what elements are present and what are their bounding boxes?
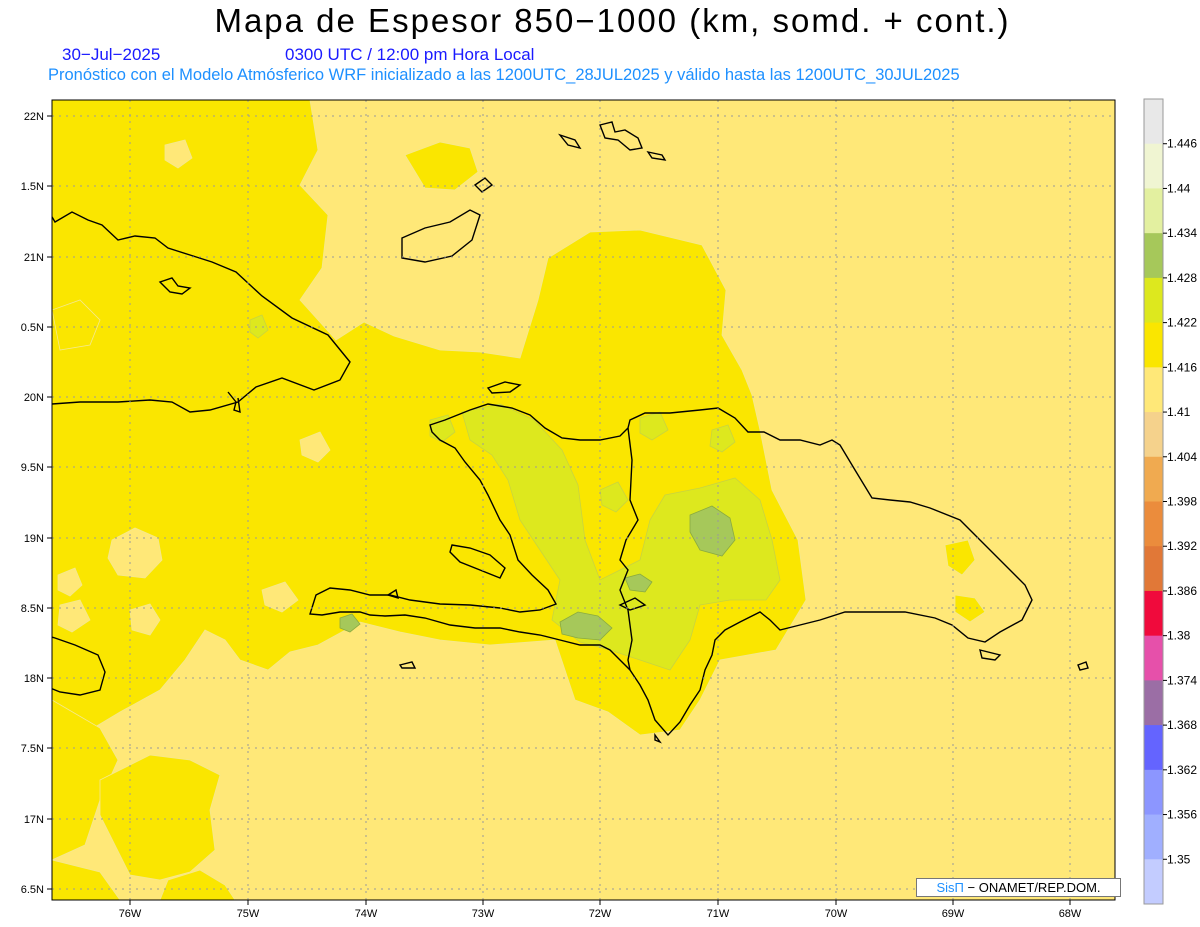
latitude-labels: 22N 1.5N 21N 0.5N 20N 9.5N 19N 8.5N 18N 7.5N 17N 6.… xyxy=(21,111,44,896)
colorbar-segment xyxy=(1144,233,1163,279)
colorbar-label: 1.416 xyxy=(1167,360,1197,374)
colorbar-segment xyxy=(1144,367,1163,413)
latitude-label: 21N xyxy=(24,252,44,264)
longitude-label: 73W xyxy=(472,908,495,920)
longitude-labels: 76W 75W 74W 73W 72W 71W 70W 69W 68W xyxy=(119,908,1082,920)
latitude-label: 18N xyxy=(24,673,44,685)
colorbar-label: 1.434 xyxy=(1167,226,1197,240)
colorbar-label: 1.41 xyxy=(1167,405,1191,419)
map-area xyxy=(52,100,1115,900)
colorbar-segment xyxy=(1144,501,1163,547)
thickness-map: 22N 1.5N 21N 0.5N 20N 9.5N 19N 8.5N 18N 7.5N 17N 6.… xyxy=(21,98,1197,920)
sispi-logo: SisΠ xyxy=(936,880,964,895)
colorbar-segment xyxy=(1144,322,1163,368)
colorbar-label: 1.35 xyxy=(1167,852,1191,866)
colorbar-segment xyxy=(1144,859,1163,905)
latitude-label: 9.5N xyxy=(21,462,44,474)
longitude-label: 74W xyxy=(355,908,378,920)
colorbar-segment xyxy=(1144,188,1163,234)
colorbar-label: 1.392 xyxy=(1167,539,1197,553)
latitude-label: 6.5N xyxy=(21,884,44,896)
colorbar-segment xyxy=(1144,680,1163,726)
colorbar-label: 1.368 xyxy=(1167,718,1197,732)
latitude-label: 1.5N xyxy=(21,181,44,193)
longitude-label: 71W xyxy=(707,908,730,920)
colorbar-label: 1.398 xyxy=(1167,495,1197,509)
colorbar-label: 1.44 xyxy=(1167,181,1191,195)
colorbar-label: 1.446 xyxy=(1167,137,1197,151)
colorbar-segment xyxy=(1144,546,1163,592)
colorbar-label: 1.386 xyxy=(1167,584,1197,598)
latitude-label: 8.5N xyxy=(21,603,44,615)
colorbar-segment xyxy=(1144,456,1163,502)
colorbar-segment xyxy=(1144,725,1163,771)
latitude-label: 22N xyxy=(24,111,44,123)
colorbar-segment xyxy=(1144,143,1163,189)
colorbar-segment xyxy=(1144,99,1163,145)
colorbar-label: 1.356 xyxy=(1167,808,1197,822)
credit-box: SisΠ − ONAMET/REP.DOM. xyxy=(916,878,1121,897)
colorbar-segment xyxy=(1144,635,1163,681)
latitude-label: 19N xyxy=(24,533,44,545)
colorbar-segment xyxy=(1144,769,1163,816)
longitude-label: 70W xyxy=(825,908,848,920)
colorbar-label: 1.362 xyxy=(1167,763,1197,777)
longitude-label: 72W xyxy=(589,908,612,920)
longitude-label: 75W xyxy=(237,908,260,920)
longitude-label: 76W xyxy=(119,908,142,920)
latitude-label: 0.5N xyxy=(21,322,44,334)
colorbar: 1.446 1.44 1.434 1.428 1.422 1.416 1.41 1.404 1.… xyxy=(1143,98,1197,905)
colorbar-segment xyxy=(1144,590,1163,637)
colorbar-label: 1.422 xyxy=(1167,316,1197,330)
colorbar-label: 1.404 xyxy=(1167,450,1197,464)
latitude-label: 7.5N xyxy=(21,743,44,755)
colorbar-segment xyxy=(1144,814,1163,860)
colorbar-segment xyxy=(1144,412,1163,458)
colorbar-label: 1.38 xyxy=(1167,629,1191,643)
longitude-label: 69W xyxy=(942,908,965,920)
colorbar-segment xyxy=(1144,277,1163,324)
latitude-label: 17N xyxy=(24,814,44,826)
colorbar-label: 1.428 xyxy=(1167,271,1197,285)
colorbar-label: 1.374 xyxy=(1167,673,1197,687)
latitude-label: 20N xyxy=(24,392,44,404)
credit-text: − ONAMET/REP.DOM. xyxy=(963,880,1101,895)
longitude-label: 68W xyxy=(1059,908,1082,920)
